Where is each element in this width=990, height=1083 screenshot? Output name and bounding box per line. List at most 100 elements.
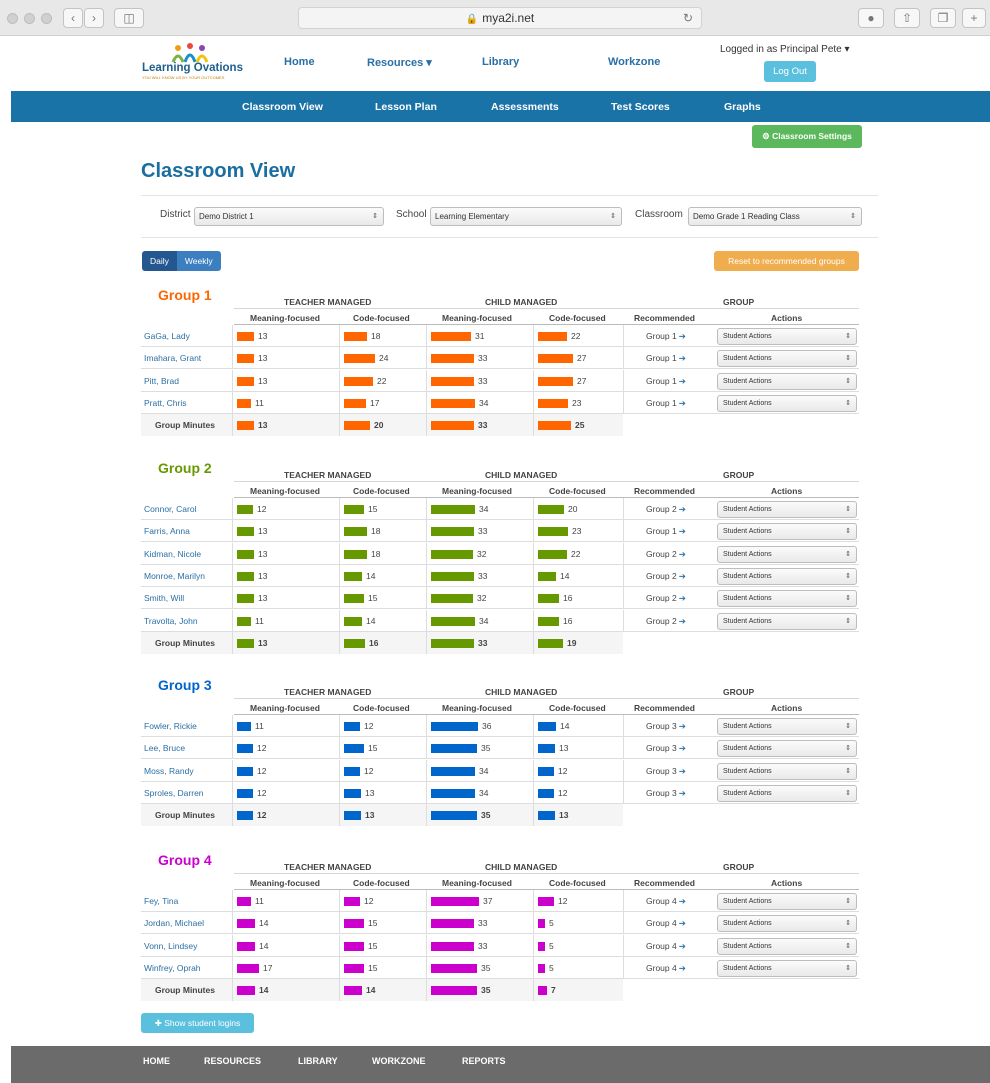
student-name-link[interactable]: Monroe, Marilyn xyxy=(144,571,205,581)
recommended-group[interactable]: Group 1 ➔ xyxy=(646,398,686,409)
footer-home-link[interactable]: HOME xyxy=(143,1056,170,1066)
daily-button[interactable]: Daily xyxy=(142,251,177,271)
student-actions-value: Student Actions xyxy=(723,595,772,603)
subnav-assessments[interactable]: Assessments xyxy=(491,101,559,113)
student-name-link[interactable]: Winfrey, Oprah xyxy=(144,963,201,973)
recommended-group[interactable]: Group 2 ➔ xyxy=(646,593,686,604)
nav-library[interactable]: Library xyxy=(482,56,519,68)
classroom-select[interactable]: Demo Grade 1 Reading Class ⇕ xyxy=(688,207,862,226)
nav-workzone[interactable]: Workzone xyxy=(608,56,660,68)
student-actions-select[interactable]: Student Actions ⇕ xyxy=(717,784,857,802)
recommended-group[interactable]: Group 4 ➔ xyxy=(646,896,686,907)
recommended-group[interactable]: Group 4 ➔ xyxy=(646,918,686,929)
recommended-group[interactable]: Group 1 ➔ xyxy=(646,331,686,342)
minutes-value: 14 xyxy=(366,615,376,626)
student-name-link[interactable]: Fey, Tina xyxy=(144,896,178,906)
recommended-group[interactable]: Group 3 ➔ xyxy=(646,721,686,732)
student-name-link[interactable]: Vonn, Lindsey xyxy=(144,941,197,951)
back-icon[interactable]: ‹ xyxy=(63,8,83,28)
weekly-button[interactable]: Weekly xyxy=(176,251,221,271)
subnav-lesson-plan[interactable]: Lesson Plan xyxy=(375,101,437,113)
close-window-icon[interactable] xyxy=(7,13,18,24)
classroom-settings-button[interactable]: ⚙ Classroom Settings xyxy=(752,125,862,148)
recommended-group[interactable]: Group 1 ➔ xyxy=(646,376,686,387)
recommended-group[interactable]: Group 3 ➔ xyxy=(646,743,686,754)
recommended-group[interactable]: Group 1 ➔ xyxy=(646,353,686,364)
minutes-bar xyxy=(237,986,255,996)
logout-button[interactable]: Log Out xyxy=(764,61,816,82)
recommended-group[interactable]: Group 2 ➔ xyxy=(646,504,686,515)
student-actions-select[interactable]: Student Actions ⇕ xyxy=(717,350,857,368)
sidebar-icon[interactable]: ◫ xyxy=(114,8,144,28)
logged-in-user-menu[interactable]: Logged in as Principal Pete ▾ xyxy=(720,44,850,55)
student-actions-select[interactable]: Student Actions ⇕ xyxy=(717,718,857,735)
student-actions-select[interactable]: Student Actions ⇕ xyxy=(717,937,857,955)
student-name-link[interactable]: Sproles, Darren xyxy=(144,788,204,798)
recommended-group[interactable]: Group 2 ➔ xyxy=(646,616,686,627)
minutes-bar xyxy=(431,505,475,514)
student-name-link[interactable]: Moss, Randy xyxy=(144,766,194,776)
reset-groups-button[interactable]: Reset to recommended groups xyxy=(714,251,859,271)
student-actions-select[interactable]: Student Actions ⇕ xyxy=(717,545,857,563)
subnav-test-scores[interactable]: Test Scores xyxy=(611,101,670,113)
site-logo[interactable]: Learning Ovations YOU WILL KNOW US BY YO… xyxy=(142,42,243,88)
student-actions-select[interactable]: Student Actions ⇕ xyxy=(717,394,857,412)
student-actions-select[interactable]: Student Actions ⇕ xyxy=(717,959,857,977)
nav-resources[interactable]: Resources ▾ xyxy=(367,56,432,69)
new-tab-button[interactable]: + xyxy=(962,8,986,28)
download-icon[interactable]: ● xyxy=(858,8,884,28)
student-actions-select[interactable]: Student Actions ⇕ xyxy=(717,590,857,608)
footer-resources-link[interactable]: RESOURCES xyxy=(204,1056,261,1066)
recommended-group[interactable]: Group 1 ➔ xyxy=(646,526,686,537)
student-name-link[interactable]: Travolta, John xyxy=(144,616,198,626)
recommended-group[interactable]: Group 4 ➔ xyxy=(646,963,686,974)
nav-home[interactable]: Home xyxy=(284,56,315,68)
district-select[interactable]: Demo District 1 ⇕ xyxy=(194,207,384,226)
zoom-window-icon[interactable] xyxy=(41,13,52,24)
show-student-logins-button[interactable]: ✚ Show student logins xyxy=(141,1013,254,1033)
student-actions-select[interactable]: Student Actions ⇕ xyxy=(717,893,857,910)
tabs-icon[interactable]: ❐ xyxy=(930,8,956,28)
footer-library-link[interactable]: LIBRARY xyxy=(298,1056,338,1066)
student-name-link[interactable]: Smith, Will xyxy=(144,593,184,603)
student-name-link[interactable]: GaGa, Lady xyxy=(144,331,190,341)
recommended-group[interactable]: Group 3 ➔ xyxy=(646,788,686,799)
student-actions-select[interactable]: Student Actions ⇕ xyxy=(717,612,857,630)
recommended-group[interactable]: Group 2 ➔ xyxy=(646,571,686,582)
forward-icon[interactable]: › xyxy=(84,8,104,28)
recommended-group[interactable]: Group 4 ➔ xyxy=(646,941,686,952)
student-actions-select[interactable]: Student Actions ⇕ xyxy=(717,523,857,541)
student-actions-select[interactable]: Student Actions ⇕ xyxy=(717,740,857,758)
student-name-link[interactable]: Kidman, Nicole xyxy=(144,549,201,559)
student-actions-select[interactable]: Student Actions ⇕ xyxy=(717,328,857,345)
school-select[interactable]: Learning Elementary ⇕ xyxy=(430,207,622,226)
student-actions-select[interactable]: Student Actions ⇕ xyxy=(717,567,857,585)
column-divider xyxy=(232,737,233,759)
minutes-bar xyxy=(237,963,259,973)
student-actions-select[interactable]: Student Actions ⇕ xyxy=(717,501,857,518)
share-icon[interactable]: ⇧ xyxy=(894,8,920,28)
address-bar[interactable]: 🔒 mya2i.net ↻ xyxy=(298,7,702,29)
student-name-link[interactable]: Jordan, Michael xyxy=(144,918,204,928)
student-name-link[interactable]: Pitt, Brad xyxy=(144,376,179,386)
column-divider xyxy=(426,934,427,956)
student-actions-select[interactable]: Student Actions ⇕ xyxy=(717,372,857,390)
subnav-classroom-view[interactable]: Classroom View xyxy=(242,101,323,113)
footer-workzone-link[interactable]: WORKZONE xyxy=(372,1056,426,1066)
student-name-link[interactable]: Lee, Bruce xyxy=(144,743,185,753)
arrow-icon: ➔ xyxy=(678,918,686,929)
footer-reports-link[interactable]: REPORTS xyxy=(462,1056,506,1066)
student-actions-select[interactable]: Student Actions ⇕ xyxy=(717,762,857,780)
student-name-link[interactable]: Fowler, Rickie xyxy=(144,721,197,731)
minimize-window-icon[interactable] xyxy=(24,13,35,24)
student-name-link[interactable]: Connor, Carol xyxy=(144,504,196,514)
reload-icon[interactable]: ↻ xyxy=(683,8,693,28)
student-name-link[interactable]: Imahara, Grant xyxy=(144,353,201,363)
subnav-graphs[interactable]: Graphs xyxy=(724,101,761,113)
student-actions-select[interactable]: Student Actions ⇕ xyxy=(717,915,857,933)
student-name-link[interactable]: Pratt, Chris xyxy=(144,398,187,408)
student-name-link[interactable]: Farris, Anna xyxy=(144,526,190,536)
student-actions-value: Student Actions xyxy=(723,617,772,625)
recommended-group[interactable]: Group 3 ➔ xyxy=(646,766,686,777)
recommended-group[interactable]: Group 2 ➔ xyxy=(646,549,686,560)
